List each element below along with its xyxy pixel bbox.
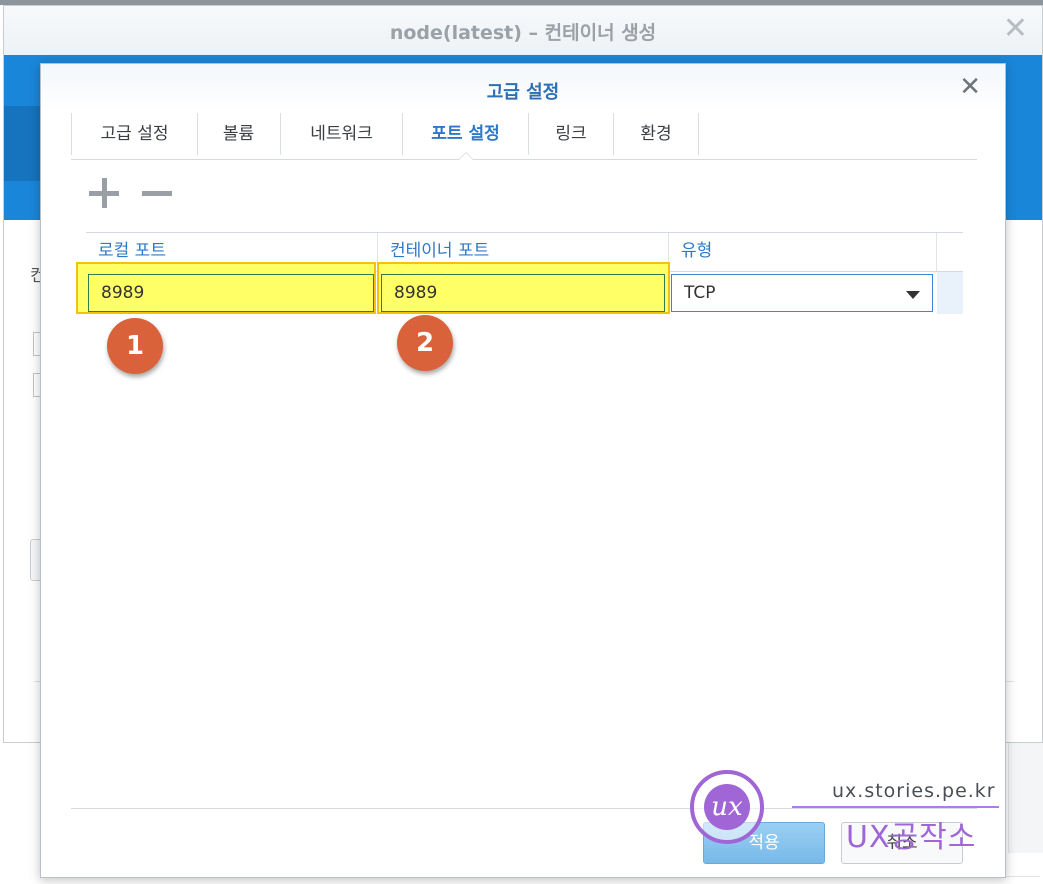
plus-icon[interactable] <box>86 176 122 212</box>
container-port-input[interactable]: 8989 <box>381 274 665 312</box>
protocol-select[interactable]: TCP <box>671 274 933 312</box>
tab-port-settings[interactable]: 포트 설정 <box>403 113 529 155</box>
step-badge-1: 1 <box>107 318 163 374</box>
chevron-down-icon <box>906 291 920 299</box>
tab-advanced[interactable]: 고급 설정 <box>71 113 198 155</box>
background-panel-edge <box>1008 743 1043 853</box>
watermark-url: ux.stories.pe.kr <box>832 780 996 802</box>
create-container-title: node(latest) – 컨테이너 생성 <box>389 22 657 44</box>
create-container-titlebar: node(latest) – 컨테이너 생성 ✕ <box>4 6 1042 56</box>
port-grid: 로컬 포트 컨테이너 포트 유형 8989 8989 TCP <box>76 232 963 314</box>
table-row[interactable]: 8989 8989 TCP <box>76 262 963 314</box>
tab-links[interactable]: 링크 <box>529 113 614 155</box>
watermark-logo-text: ux <box>704 784 750 830</box>
close-icon[interactable]: ✕ <box>1003 14 1028 44</box>
footer-divider <box>71 808 977 809</box>
local-port-input[interactable]: 8989 <box>88 274 374 312</box>
row-selection-stripe <box>937 272 963 314</box>
advanced-settings-dialog: 고급 설정 ✕ 고급 설정 볼륨 네트워크 포트 설정 링크 환경 로컬 포트 … <box>40 63 1006 878</box>
column-type[interactable]: 유형 <box>669 233 937 271</box>
close-icon[interactable]: ✕ <box>959 74 981 100</box>
dialog-title: 고급 설정 <box>486 82 560 103</box>
active-tab-indicator <box>458 152 474 160</box>
minus-icon[interactable] <box>139 176 175 212</box>
step-badge-2: 2 <box>397 315 453 371</box>
tab-network[interactable]: 네트워크 <box>281 113 403 155</box>
tab-environment[interactable]: 환경 <box>614 113 699 155</box>
watermark-divider <box>792 806 999 808</box>
banner-left-strip <box>4 106 44 181</box>
tab-bar: 고급 설정 볼륨 네트워크 포트 설정 링크 환경 <box>71 113 977 160</box>
dialog-header: 고급 설정 ✕ <box>41 64 1005 112</box>
tab-volume[interactable]: 볼륨 <box>197 113 281 155</box>
watermark-logo: ux <box>690 770 764 844</box>
protocol-select-value: TCP <box>684 283 716 303</box>
watermark-brand: UX공작소 <box>846 820 977 855</box>
